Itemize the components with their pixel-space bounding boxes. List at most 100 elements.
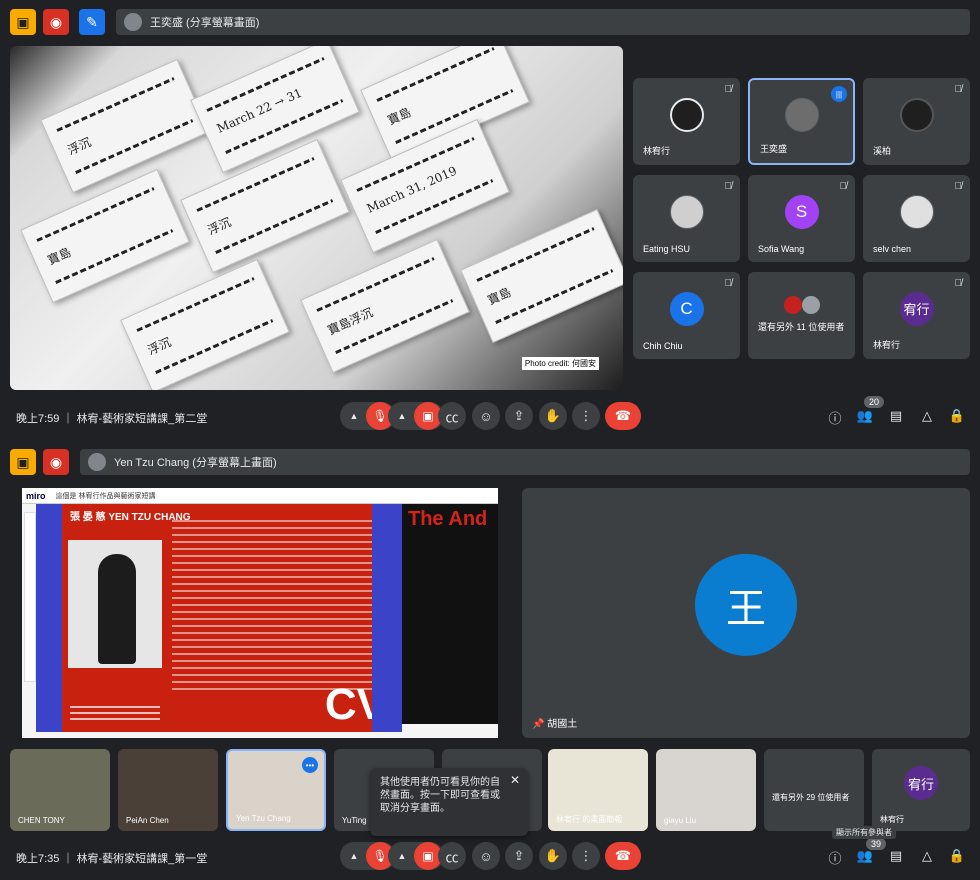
top-bar: ▣ ◉ ✎ 王奕盛 (分享螢幕畫面) <box>0 0 980 44</box>
participant-name: 溪柏 <box>873 146 892 156</box>
leave-call-button[interactable]: ☎ <box>605 842 641 870</box>
chat-icon[interactable]: ▤ <box>887 848 905 864</box>
chevron-up-icon[interactable]: ▲ <box>390 411 414 421</box>
board-panel <box>372 504 402 732</box>
participant-name: 林宥行 的畫面簡報 <box>556 815 623 824</box>
more-options-button[interactable]: ⋮ <box>572 842 600 870</box>
pinned-participant-tile[interactable]: 王 📌 胡國土 <box>522 488 970 738</box>
cv-contact-block <box>70 706 160 724</box>
pinned-name-row: 📌 胡國土 <box>532 715 577 730</box>
mic-off-icon: 🎙̸ <box>724 278 733 289</box>
miro-toolbar: miro 這個是 林宥行作品與藝術家短講 <box>22 488 498 504</box>
participant-tile[interactable]: 宥行 林宥行 <box>872 749 970 831</box>
raise-hand-button[interactable]: ✋ <box>539 402 567 430</box>
meeting-info: 晚上7:59 ｜ 林宥-藝術家短講課_第二堂 <box>16 413 208 425</box>
presenter-label: 王奕盛 (分享螢幕畫面) <box>150 17 260 29</box>
shared-screen-miro: miro 這個是 林宥行作品與藝術家短講 張 晏 慈 YEN TZU CHANG… <box>22 488 498 738</box>
avatar <box>899 97 934 132</box>
participant-tile[interactable]: 🎙̸ 宥行 林宥行 <box>863 272 970 359</box>
host-controls-icon[interactable]: 🔒 <box>948 848 966 864</box>
emoji-button[interactable]: ☺ <box>472 842 500 870</box>
participant-name: giayu Liu <box>664 816 697 825</box>
mic-off-icon: 🎙̸ <box>724 84 733 95</box>
participant-tile[interactable]: PeiAn Chen <box>118 749 218 831</box>
avatar: 宥行 <box>899 291 934 326</box>
participant-name: 還有另外 11 位使用者 <box>758 322 845 332</box>
chevron-up-icon[interactable]: ▲ <box>390 851 414 861</box>
the-and-title: The And <box>408 508 488 530</box>
present-button[interactable]: ⇪ <box>505 402 533 430</box>
chevron-up-icon[interactable]: ▲ <box>342 411 366 421</box>
participant-tile-others[interactable]: 還有另外 29 位使用者 <box>764 749 864 831</box>
info-icon[interactable]: ⓘ <box>826 408 844 427</box>
participant-tile-others[interactable]: 還有另外 11 位使用者 <box>748 272 855 359</box>
close-icon[interactable]: ✕ <box>510 774 520 787</box>
mic-off-icon: 🎙̸ <box>839 181 848 192</box>
participant-tile[interactable]: 🎙̸ 溪柏 <box>863 78 970 165</box>
participant-name: 還有另外 29 位使用者 <box>772 793 850 802</box>
shared-screen-brochure: 浮沉 March 22 → 31 寶島 寶島 浮沉 March 31, 2019… <box>10 46 623 390</box>
participant-tile[interactable]: 🎙̸ S Sofia Wang <box>748 175 855 262</box>
brochure-card: 寶島 <box>460 208 623 344</box>
participant-tile[interactable]: 🎙̸ selv chen <box>863 175 970 262</box>
participant-tile[interactable]: 🎙̸ Eating HSU <box>633 175 740 262</box>
mic-off-icon: 🎙̸ <box>724 181 733 192</box>
leave-call-button[interactable]: ☎ <box>605 402 641 430</box>
record-icon[interactable]: ◉ <box>43 449 69 475</box>
emoji-button[interactable]: ☺ <box>472 402 500 430</box>
mic-off-icon: 🎙̸ <box>954 181 963 192</box>
avatar <box>784 97 819 132</box>
participant-tile[interactable]: giayu Liu <box>656 749 756 831</box>
participant-tile[interactable]: 🎙̸ C Chih Chiu <box>633 272 740 359</box>
participant-tile-active[interactable]: ||| 王奕盛 <box>748 78 855 165</box>
participant-name: 林宥行 <box>643 146 671 156</box>
miro-logo: miro <box>26 490 46 501</box>
people-icon[interactable]: 👥 <box>856 408 874 424</box>
participant-tile[interactable]: CHEN TONY <box>10 749 110 831</box>
toast-text: 其他使用者仍可看見你的自然畫面。按一下即可查看或取消分享畫面。 <box>380 777 500 814</box>
no-camera-icon[interactable]: ▣ <box>10 9 36 35</box>
host-controls-icon[interactable]: 🔒 <box>948 408 966 424</box>
activities-icon[interactable]: △ <box>918 408 936 424</box>
brochure-card: March 22 → 31 <box>190 46 360 174</box>
record-icon[interactable]: ◉ <box>43 9 69 35</box>
avatar <box>88 453 106 471</box>
presenter-pill: Yen Tzu Chang (分享螢幕上畫面) <box>80 449 970 475</box>
captions-button[interactable]: ㏄ <box>438 842 466 870</box>
activities-icon[interactable]: △ <box>918 848 936 864</box>
no-camera-icon[interactable]: ▣ <box>10 449 36 475</box>
participant-name: 林宥行 <box>873 340 901 350</box>
chat-icon[interactable]: ▤ <box>887 408 905 424</box>
control-bar: 晚上7:59 ｜ 林宥-藝術家短講課_第二堂 ▲ 🎙 ▲ ▣ ㏄ ☺ ⇪ ✋ ⋮ ☎… <box>0 396 980 440</box>
board-panel <box>36 504 62 732</box>
whiteboard-icon[interactable]: ✎ <box>79 9 105 35</box>
present-button[interactable]: ⇪ <box>505 842 533 870</box>
participant-tile-presentation[interactable]: 林宥行 的畫面簡報 <box>548 749 648 831</box>
avatar: 宥行 <box>904 766 938 801</box>
participant-name: Eating HSU <box>643 244 691 254</box>
avatar <box>669 194 704 229</box>
meet-window-1: ▣ ◉ ✎ 王奕盛 (分享螢幕畫面) 浮沉 March 22 → 31 寶島 寶… <box>0 0 980 440</box>
participant-tile-active[interactable]: ••• Yen Tzu Chang <box>226 749 326 831</box>
avatar <box>669 97 704 132</box>
chevron-up-icon[interactable]: ▲ <box>342 851 366 861</box>
info-icon[interactable]: ⓘ <box>826 848 844 867</box>
participant-tile[interactable]: 🎙̸ 林宥行 <box>633 78 740 165</box>
camera-toggle[interactable]: ▲ ▣ <box>388 842 444 870</box>
camera-toggle[interactable]: ▲ ▣ <box>388 402 444 430</box>
avatar: S <box>784 194 819 229</box>
cv-text-block <box>172 520 382 690</box>
cv-board: 張 晏 慈 YEN TZU CHANG CV <box>62 504 392 732</box>
people-count-badge: 39 <box>866 838 887 850</box>
brochure-card: 寶島 <box>20 168 190 304</box>
participant-name: CHEN TONY <box>18 816 65 825</box>
people-icon[interactable]: 👥 <box>856 848 874 864</box>
screen-share-toast: 其他使用者仍可看見你的自然畫面。按一下即可查看或取消分享畫面。 ✕ <box>370 768 528 836</box>
meeting-info: 晚上7:35 ｜ 林宥-藝術家短講課_第一堂 <box>16 853 208 865</box>
avatar <box>124 13 142 31</box>
raise-hand-button[interactable]: ✋ <box>539 842 567 870</box>
captions-button[interactable]: ㏄ <box>438 402 466 430</box>
participant-name: Sofia Wang <box>758 244 805 254</box>
more-options-button[interactable]: ⋮ <box>572 402 600 430</box>
participant-name: selv chen <box>873 244 912 254</box>
